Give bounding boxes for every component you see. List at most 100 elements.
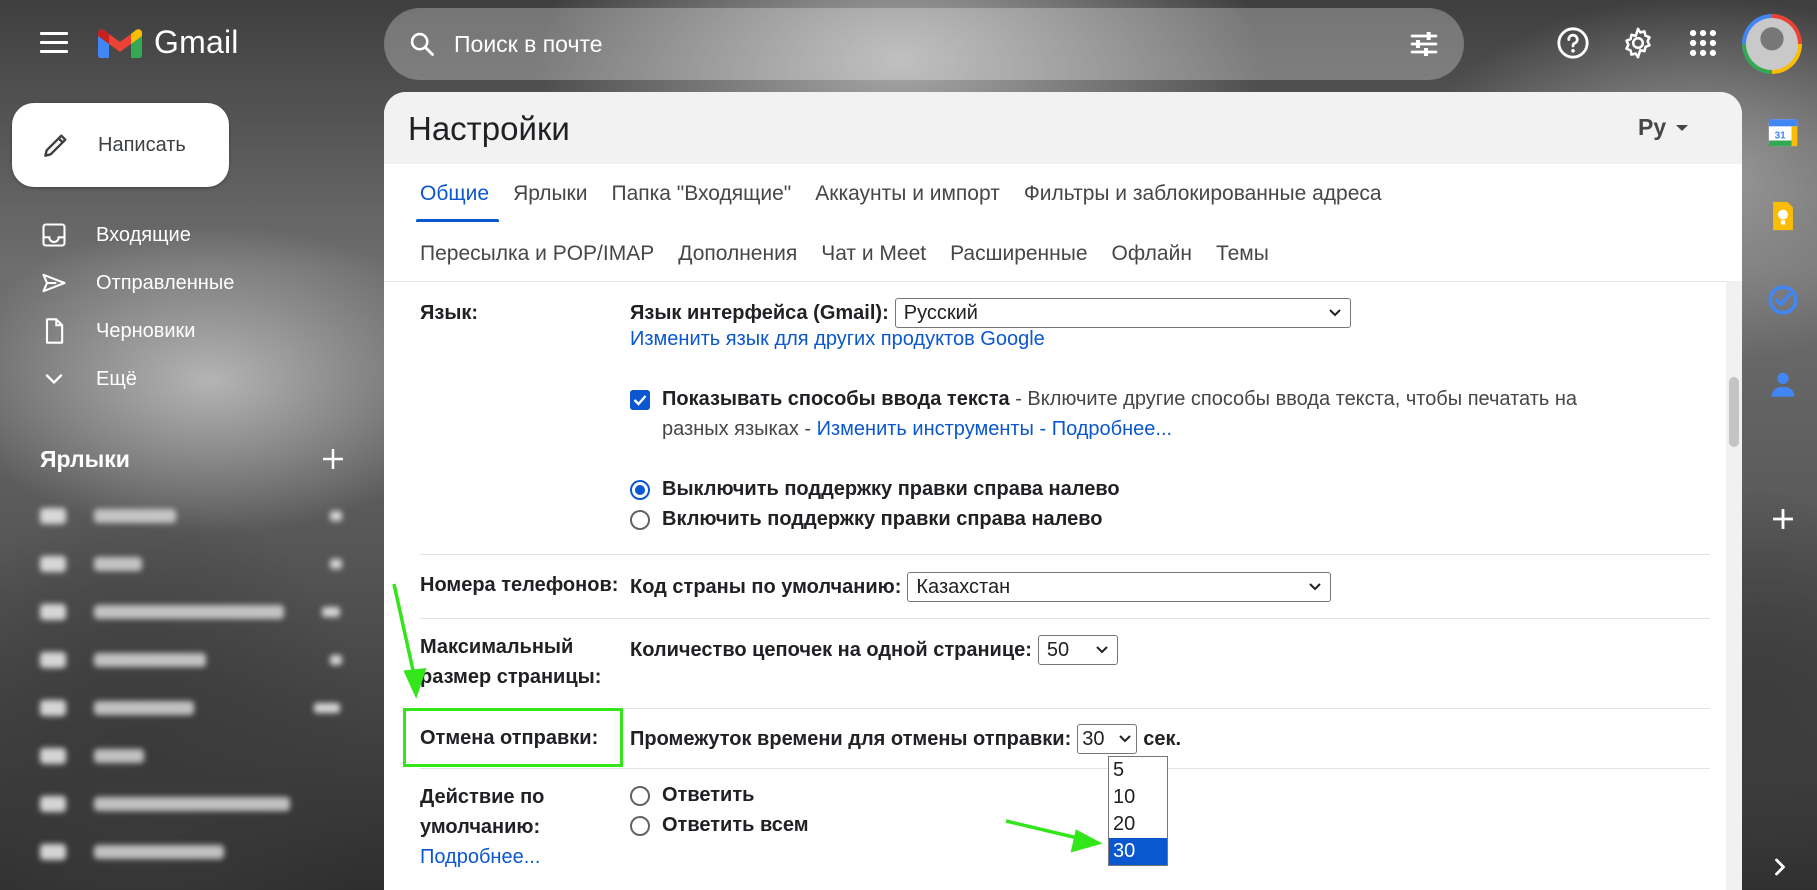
label-item-redacted[interactable] bbox=[40, 508, 176, 524]
tab-chat-meet[interactable]: Чат и Meet bbox=[821, 242, 926, 282]
rtl-off-row[interactable]: Выключить поддержку правки справа налево bbox=[630, 478, 1120, 501]
rtl-on-label: Включить поддержку правки справа налево bbox=[662, 508, 1103, 530]
page-size-label-line1: Максимальный bbox=[420, 636, 574, 658]
sidebar-item-sent[interactable]: Отправленные bbox=[40, 269, 234, 297]
undo-send-option[interactable]: 5 bbox=[1109, 757, 1167, 784]
label-text-redacted bbox=[94, 797, 290, 811]
account-avatar[interactable] bbox=[1742, 14, 1802, 74]
caret-down-icon bbox=[1676, 124, 1689, 131]
label-count-redacted bbox=[330, 655, 342, 665]
label-item-redacted[interactable] bbox=[40, 604, 284, 620]
label-count-redacted bbox=[330, 559, 342, 569]
search-options-icon[interactable] bbox=[1408, 28, 1440, 60]
sidebar-item-more[interactable]: Ещё bbox=[40, 365, 137, 393]
tab-general[interactable]: Общие bbox=[415, 182, 500, 222]
rtl-on-row[interactable]: Включить поддержку правки справа налево bbox=[630, 508, 1103, 531]
input-tools-label: Ру bbox=[1638, 114, 1667, 140]
rtl-off-label: Выключить поддержку правки справа налево bbox=[662, 478, 1120, 500]
label-text-redacted bbox=[94, 557, 142, 571]
reply-all-radio[interactable] bbox=[630, 815, 650, 836]
compose-button[interactable]: Написать bbox=[12, 103, 229, 187]
tab-inbox[interactable]: Папка "Входящие" bbox=[611, 182, 791, 222]
search-bar[interactable] bbox=[384, 8, 1464, 80]
reply-option-row[interactable]: Ответить bbox=[630, 784, 754, 807]
tab-filters[interactable]: Фильтры и заблокированные адреса bbox=[1024, 182, 1382, 222]
reply-all-label: Ответить всем bbox=[662, 814, 809, 836]
gmail-m-icon bbox=[98, 28, 142, 58]
help-icon[interactable] bbox=[1556, 26, 1590, 60]
interface-language-select[interactable]: Русский bbox=[894, 298, 1351, 328]
chevron-down-icon bbox=[45, 374, 63, 384]
gmail-logo[interactable]: Gmail bbox=[96, 24, 239, 61]
tab-forwarding[interactable]: Пересылка и POP/IMAP bbox=[420, 242, 654, 282]
sidebar-item-drafts[interactable]: Черновики bbox=[40, 317, 195, 345]
tab-advanced[interactable]: Расширенные bbox=[950, 242, 1087, 282]
label-count-redacted bbox=[330, 511, 342, 521]
undo-send-option[interactable]: 10 bbox=[1109, 784, 1167, 811]
reply-all-option-row[interactable]: Ответить всем bbox=[630, 814, 809, 837]
rtl-off-radio[interactable] bbox=[630, 479, 650, 500]
svg-text:31: 31 bbox=[1775, 130, 1787, 141]
chevron-right-icon[interactable] bbox=[1766, 853, 1794, 881]
undo-send-option[interactable]: 20 bbox=[1109, 811, 1167, 838]
input-tools-row-2: разных языках - Изменить инструменты - П… bbox=[662, 418, 1172, 441]
country-code-value: Казахстан bbox=[916, 575, 1011, 598]
scrollbar-thumb[interactable] bbox=[1729, 377, 1739, 447]
tab-offline[interactable]: Офлайн bbox=[1112, 242, 1192, 282]
threads-per-page-value: 50 bbox=[1046, 638, 1070, 661]
apps-grid-icon[interactable] bbox=[1686, 26, 1720, 60]
add-addon-icon[interactable] bbox=[1766, 502, 1800, 536]
reply-learn-more-link[interactable]: Подробнее... bbox=[420, 842, 544, 872]
rtl-on-radio[interactable] bbox=[630, 509, 650, 530]
contacts-icon[interactable] bbox=[1766, 367, 1800, 401]
menu-line bbox=[40, 32, 68, 35]
input-tools-checkbox[interactable] bbox=[630, 389, 650, 410]
country-code-select[interactable]: Казахстан bbox=[907, 572, 1332, 602]
label-text-redacted bbox=[94, 749, 144, 763]
interface-language-label: Язык интерфейса (Gmail): bbox=[630, 301, 889, 324]
input-tools-description-2: разных языках - bbox=[662, 418, 817, 440]
interface-language-value: Русский bbox=[903, 301, 978, 324]
input-tools-toggle[interactable]: Ру bbox=[1638, 114, 1689, 141]
undo-send-unit: сек. bbox=[1143, 727, 1182, 750]
input-tools-description: - Включите другие способы ввода текста, … bbox=[1009, 388, 1578, 410]
settings-scrollbar[interactable] bbox=[1726, 281, 1742, 890]
chevron-down-icon bbox=[1096, 646, 1108, 654]
calendar-icon[interactable]: 31 bbox=[1766, 115, 1800, 149]
add-label-icon[interactable] bbox=[318, 444, 348, 474]
label-item-redacted[interactable] bbox=[40, 556, 142, 572]
main-menu-button[interactable] bbox=[40, 32, 68, 54]
label-item-redacted[interactable] bbox=[40, 652, 206, 668]
tab-accounts[interactable]: Аккаунты и импорт bbox=[815, 182, 1000, 222]
reply-label-line1: Действие по bbox=[420, 786, 545, 808]
undo-send-option-selected[interactable]: 30 bbox=[1109, 838, 1167, 865]
label-item-redacted[interactable] bbox=[40, 844, 224, 860]
search-input[interactable] bbox=[454, 30, 1408, 58]
tab-labels[interactable]: Ярлыки bbox=[513, 182, 587, 222]
label-item-redacted[interactable] bbox=[40, 700, 194, 716]
label-item-redacted[interactable] bbox=[40, 796, 290, 812]
undo-send-period-value: 30 bbox=[1082, 727, 1105, 750]
settings-header bbox=[384, 92, 1742, 164]
keep-icon[interactable] bbox=[1766, 199, 1800, 233]
tab-addons[interactable]: Дополнения bbox=[678, 242, 797, 282]
sidebar-item-label: Отправленные bbox=[96, 271, 235, 294]
tasks-icon[interactable] bbox=[1766, 283, 1800, 317]
change-language-row: Изменить язык для других продуктов Googl… bbox=[630, 328, 1045, 351]
label-text-redacted bbox=[94, 509, 176, 523]
reply-radio[interactable] bbox=[630, 785, 650, 806]
threads-per-page-label: Количество цепочек на одной странице: bbox=[630, 638, 1032, 661]
undo-send-options-list: 5 10 20 30 bbox=[1108, 756, 1168, 866]
change-language-link[interactable]: Изменить язык для других продуктов Googl… bbox=[630, 328, 1045, 351]
tab-themes[interactable]: Темы bbox=[1216, 242, 1269, 282]
undo-send-period-select[interactable]: 30 bbox=[1077, 724, 1138, 754]
draft-icon bbox=[45, 318, 64, 344]
sidebar-item-inbox[interactable]: Входящие bbox=[40, 221, 191, 249]
learn-more-link[interactable]: Подробнее... bbox=[1052, 418, 1172, 441]
threads-per-page-select[interactable]: 50 bbox=[1037, 635, 1118, 665]
search-icon[interactable] bbox=[408, 30, 436, 58]
edit-tools-link[interactable]: Изменить инструменты bbox=[817, 418, 1034, 441]
label-item-redacted[interactable] bbox=[40, 748, 144, 764]
gear-icon[interactable] bbox=[1621, 26, 1655, 60]
label-text-redacted bbox=[94, 701, 194, 715]
